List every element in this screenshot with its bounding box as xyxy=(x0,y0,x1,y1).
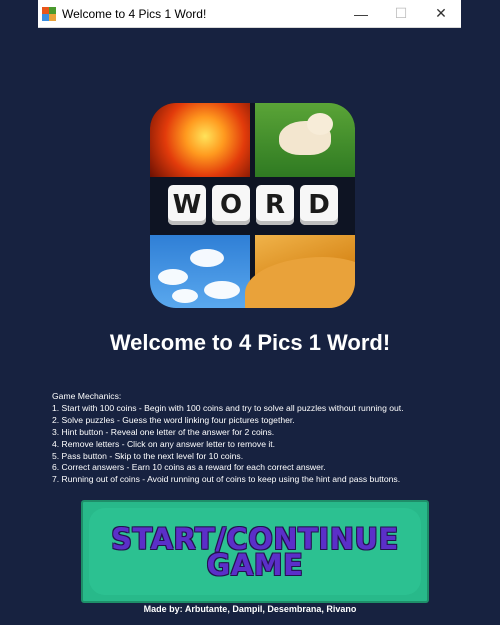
fire-picture xyxy=(150,103,250,177)
minimize-button[interactable]: — xyxy=(341,0,381,27)
start-button-label: START/CONTINUE GAME xyxy=(95,524,415,579)
start-continue-button[interactable]: START/CONTINUE GAME xyxy=(81,500,429,603)
desert-picture xyxy=(245,235,355,308)
mechanics-item: 6. Correct answers - Earn 10 coins as a … xyxy=(52,462,326,473)
app-icon xyxy=(42,6,56,21)
mechanics-title: Game Mechanics: xyxy=(52,391,122,401)
mechanics-item: 4. Remove letters - Click on any answer … xyxy=(52,438,276,449)
maximize-button[interactable]: ☐ xyxy=(381,0,421,27)
logo-letter: W xyxy=(168,185,206,225)
game-logo: W O R D xyxy=(150,103,355,308)
minimize-icon: — xyxy=(354,5,368,22)
game-mechanics: Game Mechanics: 1. Start with 100 coins … xyxy=(52,391,462,486)
close-button[interactable]: ✕ xyxy=(421,0,461,27)
mechanics-item: 1. Start with 100 coins - Begin with 100… xyxy=(52,402,404,413)
puppy-picture xyxy=(255,103,355,177)
logo-letter: O xyxy=(212,185,250,225)
maximize-icon: ☐ xyxy=(394,5,408,21)
logo-letter: R xyxy=(256,185,294,225)
title-bar[interactable]: Welcome to 4 Pics 1 Word! — ☐ ✕ xyxy=(38,0,461,28)
logo-word: W O R D xyxy=(162,183,344,227)
logo-letter: D xyxy=(300,185,338,225)
window-title: Welcome to 4 Pics 1 Word! xyxy=(62,6,207,21)
welcome-heading: Welcome to 4 Pics 1 Word! xyxy=(109,330,391,355)
mechanics-item: 5. Pass button - Skip to the next level … xyxy=(52,450,244,461)
mechanics-item: 2. Solve puzzles - Guess the word linkin… xyxy=(52,414,295,425)
sky-clouds-picture xyxy=(150,235,250,308)
credits: Made by: Arbutante, Dampil, Desembrana, … xyxy=(143,604,357,614)
close-icon: ✕ xyxy=(435,5,447,21)
mechanics-item: 3. Hint button - Reveal one letter of th… xyxy=(52,426,275,437)
mechanics-item: 7. Running out of coins - Avoid running … xyxy=(52,474,401,485)
